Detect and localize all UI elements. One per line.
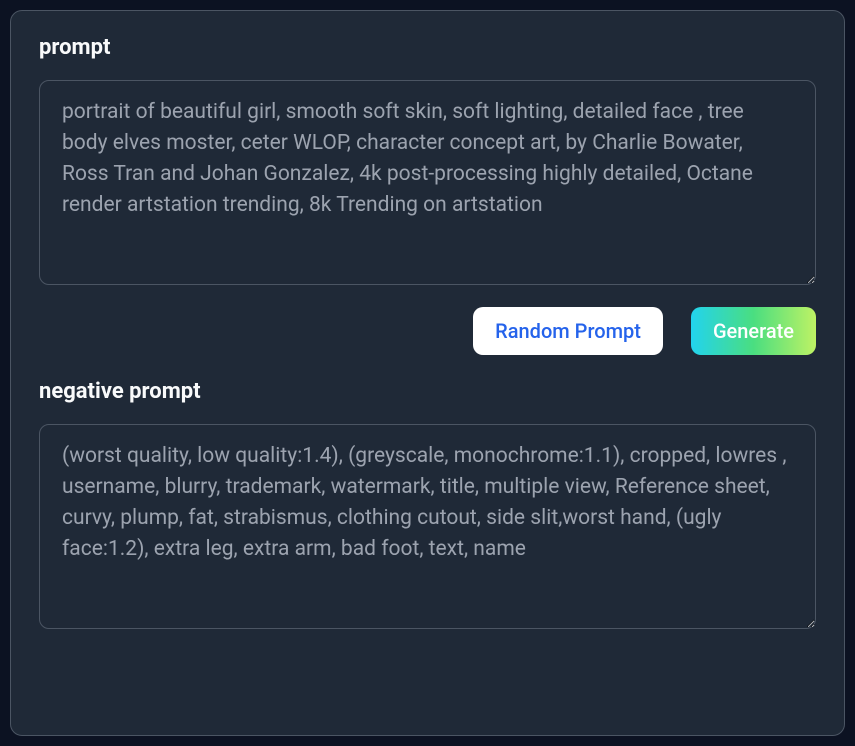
prompt-label: prompt [39,35,816,60]
negative-prompt-label: negative prompt [39,379,816,404]
random-prompt-button[interactable]: Random Prompt [473,307,663,355]
negative-prompt-input[interactable]: (worst quality, low quality:1.4), (greys… [39,424,816,629]
prompt-input[interactable]: portrait of beautiful girl, smooth soft … [39,80,816,285]
button-row: Random Prompt Generate [39,307,816,355]
generate-button[interactable]: Generate [691,307,816,355]
prompt-panel: prompt portrait of beautiful girl, smoot… [10,10,845,736]
negative-prompt-section: negative prompt (worst quality, low qual… [39,379,816,633]
prompt-section: prompt portrait of beautiful girl, smoot… [39,35,816,289]
